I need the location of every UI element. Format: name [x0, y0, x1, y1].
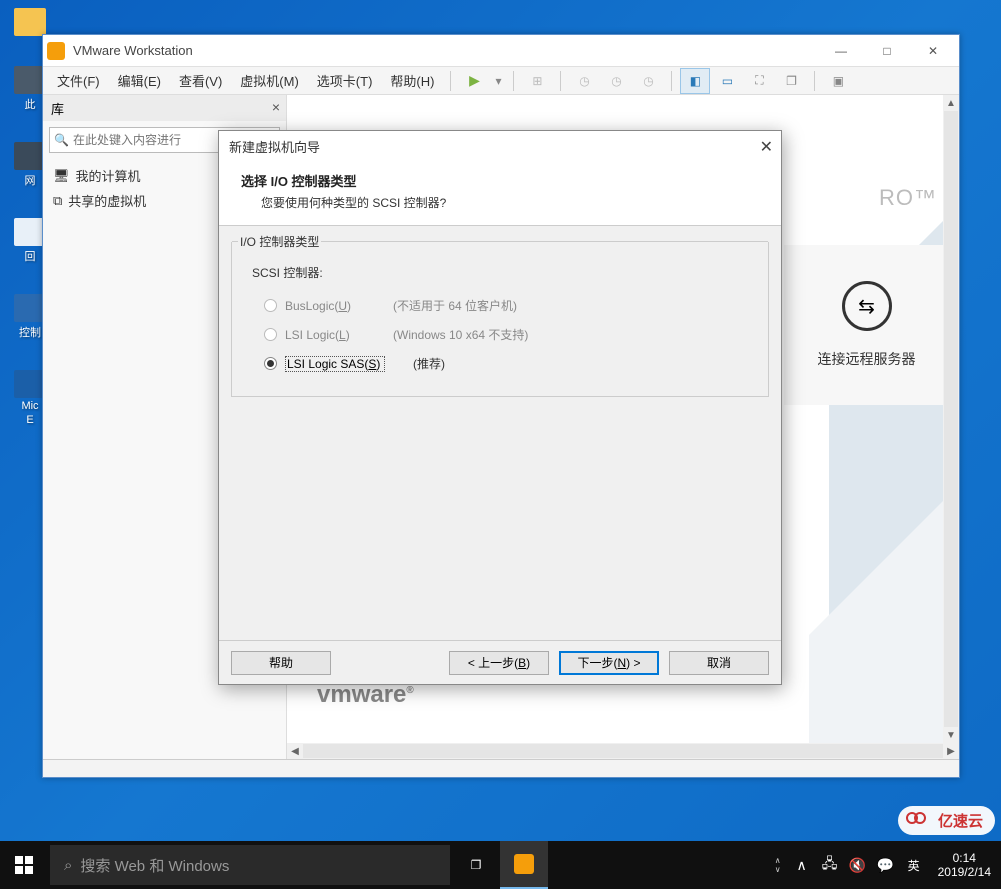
menu-file[interactable]: 文件(F): [49, 68, 108, 93]
radio-lsilogic: LSI Logic(L) (Windows 10 x64 不支持): [252, 320, 748, 349]
next-button[interactable]: 下一步(N) >: [559, 651, 659, 675]
wizard-footer: 帮助 < 上一步(B) 下一步(N) > 取消: [219, 640, 781, 684]
pro-logo: RO™: [879, 185, 937, 211]
library-close-icon[interactable]: ×: [272, 99, 280, 115]
start-button[interactable]: [0, 841, 48, 889]
close-button[interactable]: ✕: [911, 37, 955, 65]
taskbar-time: 0:14: [938, 851, 991, 865]
menu-edit[interactable]: 编辑(E): [110, 68, 169, 93]
menu-tabs[interactable]: 选项卡(T): [309, 68, 381, 93]
minimize-button[interactable]: —: [819, 37, 863, 65]
toolbar-snapshot-icon[interactable]: ◷: [569, 68, 599, 94]
desktop-icon-folder[interactable]: [12, 8, 48, 36]
tray-network-icon[interactable]: 🖧: [820, 853, 840, 877]
watermark-logo: 亿速云: [898, 806, 995, 835]
radio-label: LSI Logic(L): [285, 328, 385, 342]
toolbar-thumbnail-icon[interactable]: ▭: [712, 68, 742, 94]
play-button[interactable]: ▶: [459, 68, 489, 94]
search-icon: ⌕: [64, 857, 72, 874]
library-title: 库: [51, 99, 64, 118]
toolbar-devices-icon[interactable]: ⊞: [522, 68, 552, 94]
titlebar: VMware Workstation — □ ✕: [43, 35, 959, 67]
taskbar-clock[interactable]: 0:14 2019/2/14: [932, 851, 997, 880]
help-button[interactable]: 帮助: [231, 651, 331, 675]
scrollbar-horizontal[interactable]: ◀▶: [287, 743, 959, 759]
radio-icon: [264, 357, 277, 370]
radio-note: (Windows 10 x64 不支持): [393, 326, 528, 343]
wizard-heading: 选择 I/O 控制器类型: [241, 171, 759, 190]
tree-label: 共享的虚拟机: [68, 191, 146, 210]
toolbar-unity-icon[interactable]: ❐: [776, 68, 806, 94]
play-dropdown[interactable]: ▾: [491, 68, 505, 94]
wizard-subheading: 您要使用何种类型的 SCSI 控制器?: [261, 194, 759, 211]
monitor-icon: 🖥: [53, 168, 70, 184]
maximize-button[interactable]: □: [865, 37, 909, 65]
radio-note: (不适用于 64 位客户机): [393, 297, 517, 314]
radio-buslogic: BusLogic(U) (不适用于 64 位客户机): [252, 291, 748, 320]
task-view-icon[interactable]: ❐: [452, 841, 500, 889]
wizard-header: 选择 I/O 控制器类型 您要使用何种类型的 SCSI 控制器?: [219, 161, 781, 226]
connect-remote-icon: ⇆: [842, 281, 892, 331]
radio-icon: [264, 299, 277, 312]
radio-label: BusLogic(U): [285, 299, 385, 313]
menu-view[interactable]: 查看(V): [171, 68, 230, 93]
tray-scroll-icon[interactable]: ∧∨: [772, 856, 784, 874]
radio-label: LSI Logic SAS(S): [285, 356, 385, 372]
taskbar-search[interactable]: ⌕ 搜索 Web 和 Windows: [50, 845, 450, 885]
search-icon: 🔍: [54, 133, 69, 147]
taskbar-date: 2019/2/14: [938, 865, 991, 879]
toolbar-revert-icon[interactable]: ◷: [601, 68, 631, 94]
app-icon: [47, 42, 65, 60]
status-bar: [43, 759, 959, 777]
wizard-titlebar: 新建虚拟机向导 ✕: [219, 131, 781, 161]
tray-up-icon[interactable]: ∧: [792, 857, 812, 874]
toolbar-manage-icon[interactable]: ◷: [633, 68, 663, 94]
connect-remote-card[interactable]: ⇆ 连接远程服务器: [784, 245, 949, 405]
library-header: 库 ×: [43, 95, 286, 121]
menubar: 文件(F) 编辑(E) 查看(V) 虚拟机(M) 选项卡(T) 帮助(H) ▶ …: [43, 67, 959, 95]
wizard-close-icon[interactable]: ✕: [760, 137, 773, 157]
taskbar: ⌕ 搜索 Web 和 Windows ❐ ∧∨ ∧ 🖧 🔇 💬 英 0:14 2…: [0, 841, 1001, 889]
scrollbar-vertical[interactable]: ▲▼: [943, 95, 959, 743]
toolbar-stretch-icon[interactable]: ▣: [823, 68, 853, 94]
new-vm-wizard: 新建虚拟机向导 ✕ 选择 I/O 控制器类型 您要使用何种类型的 SCSI 控制…: [218, 130, 782, 685]
group-legend: I/O 控制器类型: [238, 233, 321, 250]
tray-notifications-icon[interactable]: 💬: [876, 857, 896, 874]
menu-vm[interactable]: 虚拟机(M): [232, 68, 307, 93]
radio-note: (推荐): [413, 355, 445, 372]
menu-help[interactable]: 帮助(H): [382, 68, 442, 93]
vmware-logo: vmware®: [317, 681, 414, 709]
tray-ime1[interactable]: 英: [904, 857, 924, 874]
scsi-label: SCSI 控制器:: [252, 264, 748, 281]
cancel-button[interactable]: 取消: [669, 651, 769, 675]
back-button[interactable]: < 上一步(B): [449, 651, 549, 675]
taskbar-search-placeholder: 搜索 Web 和 Windows: [80, 855, 229, 876]
wizard-title-text: 新建虚拟机向导: [229, 137, 320, 156]
toolbar-library-icon[interactable]: ◧: [680, 68, 710, 94]
window-title: VMware Workstation: [73, 43, 819, 58]
radio-lsilogic-sas[interactable]: LSI Logic SAS(S) (推荐): [252, 349, 748, 378]
connect-remote-label: 连接远程服务器: [818, 349, 916, 369]
tray-volume-icon[interactable]: 🔇: [848, 857, 868, 874]
io-controller-group: I/O 控制器类型 SCSI 控制器: BusLogic(U) (不适用于 64…: [231, 242, 769, 397]
toolbar-fullscreen-icon[interactable]: ⛶: [744, 68, 774, 94]
tree-label: 我的计算机: [76, 166, 141, 185]
shared-icon: ⧉: [53, 193, 62, 209]
radio-icon: [264, 328, 277, 341]
taskbar-vmware-icon[interactable]: [500, 841, 548, 889]
